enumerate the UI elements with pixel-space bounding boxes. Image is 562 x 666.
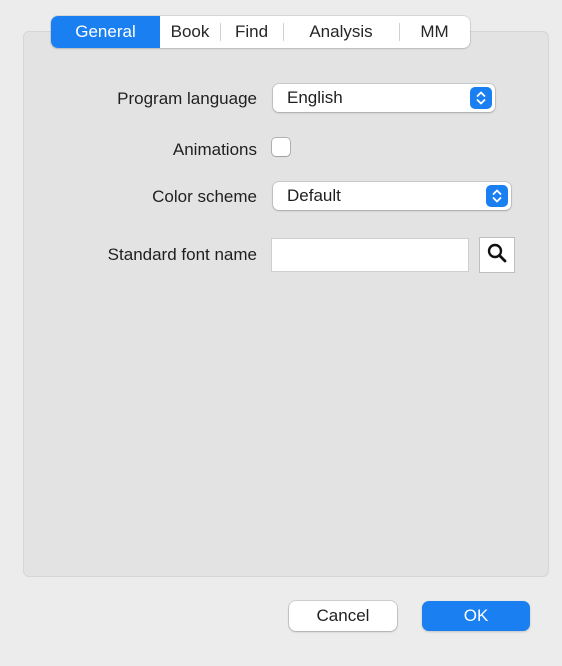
color-scheme-select[interactable]: Default bbox=[273, 182, 511, 210]
tab-book[interactable]: Book bbox=[160, 16, 220, 48]
ok-button[interactable]: OK bbox=[422, 601, 530, 631]
tab-general[interactable]: General bbox=[51, 16, 160, 48]
font-search-button[interactable] bbox=[479, 237, 515, 273]
tab-analysis[interactable]: Analysis bbox=[283, 16, 399, 48]
animations-checkbox[interactable] bbox=[272, 138, 290, 156]
tab-content-panel bbox=[23, 31, 549, 577]
tab-find[interactable]: Find bbox=[220, 16, 283, 48]
standard-font-name-label: Standard font name bbox=[107, 245, 257, 264]
animations-label: Animations bbox=[172, 140, 257, 159]
cancel-button[interactable]: Cancel bbox=[289, 601, 397, 631]
program-language-select[interactable]: English bbox=[273, 84, 495, 112]
standard-font-name-field[interactable] bbox=[271, 238, 469, 272]
color-scheme-value: Default bbox=[287, 186, 341, 205]
select-stepper-icon bbox=[470, 87, 492, 109]
color-scheme-label: Color scheme bbox=[152, 187, 257, 206]
select-stepper-icon bbox=[486, 185, 508, 207]
tab-bar: General Book Find Analysis MM bbox=[51, 16, 470, 48]
tab-mm[interactable]: MM bbox=[399, 16, 470, 48]
program-language-value: English bbox=[287, 88, 343, 107]
program-language-label: Program language bbox=[117, 89, 257, 108]
search-icon bbox=[486, 242, 508, 269]
